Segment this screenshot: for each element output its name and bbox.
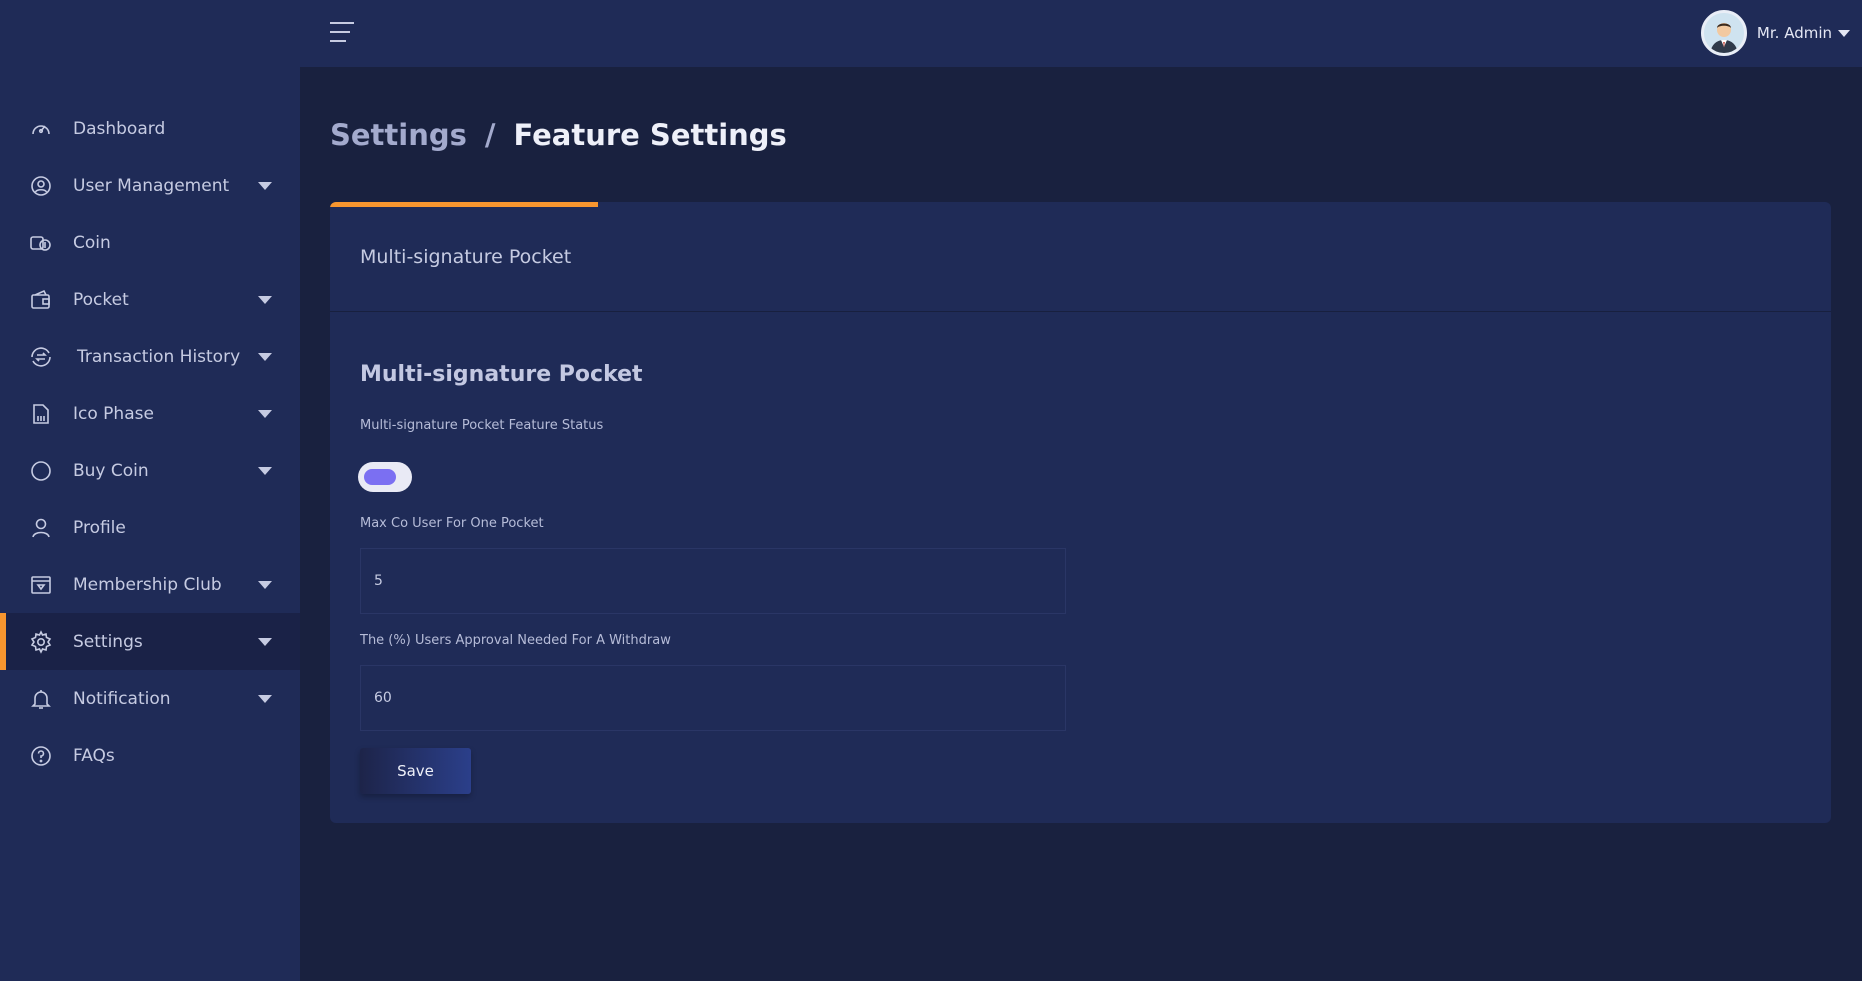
- max-co-user-label: Max Co User For One Pocket: [360, 516, 544, 531]
- question-icon: [29, 744, 53, 768]
- chevron-down-icon[interactable]: [258, 295, 272, 304]
- chevron-down-icon[interactable]: [258, 637, 272, 646]
- sidebar-item-faqs[interactable]: FAQs: [0, 727, 300, 784]
- coin-icon: [29, 231, 53, 255]
- speedometer-icon: [29, 117, 53, 141]
- sidebar-item-label: FAQs: [73, 745, 115, 766]
- person-icon: [29, 516, 53, 540]
- sidebar-item-label: Profile: [73, 517, 126, 538]
- sidebar-item-pocket[interactable]: Pocket: [0, 271, 300, 328]
- card-accent-bar: [330, 202, 598, 207]
- sidebar-item-label: Buy Coin: [73, 460, 149, 481]
- bell-icon: [29, 687, 53, 711]
- chevron-down-icon[interactable]: [258, 466, 272, 475]
- save-button[interactable]: Save: [360, 748, 471, 794]
- sidebar-item-transaction-history[interactable]: Transaction History: [0, 328, 300, 385]
- user-menu[interactable]: Mr. Admin: [1700, 10, 1850, 56]
- section-title: Multi-signature Pocket: [360, 362, 643, 387]
- chevron-down-icon[interactable]: [258, 409, 272, 418]
- sidebar-item-buy-coin[interactable]: Buy Coin: [0, 442, 300, 499]
- chevron-down-icon[interactable]: [258, 694, 272, 703]
- sidebar-item-membership-club[interactable]: Membership Club: [0, 556, 300, 613]
- settings-card: Multi-signature Pocket Multi-signature P…: [330, 202, 1831, 823]
- breadcrumb: Settings / Feature Settings: [330, 118, 787, 152]
- sidebar-item-profile[interactable]: Profile: [0, 499, 300, 556]
- hamburger-menu-icon[interactable]: [330, 22, 354, 44]
- sidebar-item-label: Membership Club: [73, 574, 222, 595]
- sidebar-item-label: Settings: [73, 631, 143, 652]
- sidebar-item-label: User Management: [73, 175, 230, 196]
- circle-icon: [29, 459, 53, 483]
- chevron-down-icon[interactable]: [258, 580, 272, 589]
- wallet-icon: [29, 288, 53, 312]
- user-name[interactable]: Mr. Admin: [1757, 24, 1832, 42]
- sidebar-item-label: Pocket: [73, 289, 129, 310]
- transaction-icon: [29, 345, 53, 369]
- card-header: Multi-signature Pocket: [330, 202, 1831, 312]
- breadcrumb-separator: /: [484, 118, 496, 152]
- sidebar-item-coin[interactable]: Coin: [0, 214, 300, 271]
- sidebar-item-ico-phase[interactable]: Ico Phase: [0, 385, 300, 442]
- feature-status-label: Multi-signature Pocket Feature Status: [360, 418, 604, 433]
- approval-percent-input[interactable]: [360, 665, 1066, 731]
- toggle-knob: [364, 469, 396, 485]
- sidebar-nav: Dashboard User Management Coin Pocket Tr…: [0, 100, 300, 784]
- sidebar-item-label: Coin: [73, 232, 111, 253]
- chevron-down-icon[interactable]: [1838, 29, 1850, 37]
- user-circle-icon: [29, 174, 53, 198]
- page-title: Feature Settings: [513, 118, 787, 152]
- card-header-title: Multi-signature Pocket: [360, 246, 572, 268]
- breadcrumb-parent[interactable]: Settings: [330, 118, 467, 152]
- sidebar: Dashboard User Management Coin Pocket Tr…: [0, 0, 300, 981]
- membership-icon: [29, 573, 53, 597]
- max-co-user-input[interactable]: [360, 548, 1066, 614]
- sidebar-item-settings[interactable]: Settings: [0, 613, 300, 670]
- sidebar-item-label: Notification: [73, 688, 171, 709]
- feature-status-toggle[interactable]: [358, 462, 412, 492]
- chevron-down-icon[interactable]: [258, 181, 272, 190]
- approval-label: The (%) Users Approval Needed For A With…: [360, 633, 671, 648]
- ico-file-icon: [29, 402, 53, 426]
- avatar-user-icon: [1700, 10, 1747, 56]
- sidebar-item-label: Ico Phase: [73, 403, 154, 424]
- sidebar-item-notification[interactable]: Notification: [0, 670, 300, 727]
- sidebar-item-label: Dashboard: [73, 118, 166, 139]
- sidebar-item-user-management[interactable]: User Management: [0, 157, 300, 214]
- chevron-down-icon[interactable]: [258, 352, 272, 361]
- sidebar-item-label: Transaction History: [77, 346, 241, 367]
- sidebar-item-dashboard[interactable]: Dashboard: [0, 100, 300, 157]
- gear-icon: [29, 629, 53, 654]
